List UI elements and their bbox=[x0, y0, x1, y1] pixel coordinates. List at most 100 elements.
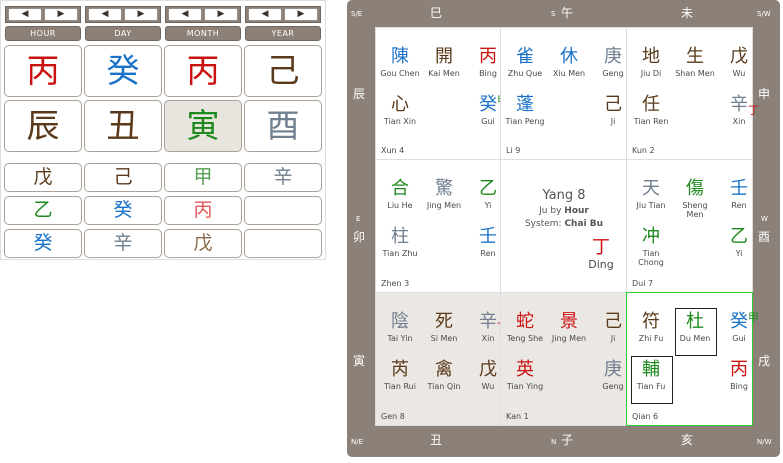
palace-zhen-3[interactable]: 合 Liu He 驚 Jing Men 乙 Yi 柱 Tian Zhu 壬 Ren Zhen 3 bbox=[375, 159, 501, 293]
palace-name: Gen 8 bbox=[381, 412, 405, 421]
nav-group-day: ◀ ▶ bbox=[85, 6, 161, 23]
column-header-year: YEAR bbox=[245, 26, 321, 41]
glyph-label-t2: Xiu Men bbox=[552, 69, 586, 78]
palace-name: Kun 2 bbox=[632, 146, 655, 155]
glyph-b3: 乙 bbox=[730, 226, 748, 247]
palace-li-9[interactable]: 雀 Zhu Que 休 Xiu Men 庚 Geng 蓬 Tian Peng 己 Ji Li 9 bbox=[500, 27, 627, 160]
glyph-t2: 生 bbox=[686, 46, 704, 67]
glyph-label-t3: Wu bbox=[732, 69, 746, 78]
system-prefix: System: bbox=[524, 219, 565, 229]
glyph-label-t1: Jiu Di bbox=[640, 69, 662, 78]
prev-year-button[interactable]: ◀ bbox=[248, 8, 282, 21]
next-hour-button[interactable]: ▶ bbox=[44, 8, 78, 21]
glyph-label-t2: Jing Men bbox=[551, 334, 587, 343]
glyph-b1: 任 bbox=[642, 94, 660, 115]
glyph-t1: 合 bbox=[391, 178, 409, 199]
right-label-2: W bbox=[761, 215, 768, 223]
palace-gen-8[interactable]: 陰Tai Yin死Si Men辛Xin丁芮Tian Rui禽Tian Qin戊W… bbox=[375, 292, 508, 426]
palace-kun-2[interactable]: 地 Jiu Di 生 Shan Men 戊 Wu 任 Tian Ren 辛 Xin 丁 Kun 2 bbox=[626, 27, 759, 160]
glyph-b2: 禽 bbox=[435, 359, 453, 380]
ju-method: Ju by Hour bbox=[501, 206, 627, 216]
glyph-t1: 符 bbox=[642, 311, 660, 332]
palace-xun-4[interactable]: 陳Gou Chen開Kai Men丙Bing心Tian Xin癸Gui甲Xun … bbox=[375, 27, 508, 160]
earthly-branch-day[interactable]: 丑 bbox=[84, 100, 162, 152]
center-palace[interactable]: Yang 8 Ju by Hour System: Chai Bu 丁 Ding bbox=[500, 159, 627, 293]
next-month-button[interactable]: ▶ bbox=[204, 8, 238, 21]
palace-dui-7[interactable]: 天 Jiu Tian 傷 Sheng Men 壬 Ren 冲 Tian Chong 乙 Yi Dui… bbox=[626, 159, 753, 293]
bottom-label-3: N bbox=[551, 438, 557, 446]
glyph-label-t1: Liu He bbox=[387, 201, 413, 210]
palace-kan-1[interactable]: 蛇 Teng She 景 Jing Men 己 Ji 英 Tian Ying 庚 Geng Kan … bbox=[500, 292, 627, 426]
bottom-label-4: 子 bbox=[561, 433, 574, 447]
palace-qian-6[interactable]: 符 Zhi Fu 杜 Du Men 癸 Gui 甲輔 Tian Fu 丙 Bing Qian 6 bbox=[626, 292, 759, 426]
heavenly-stem-month[interactable]: 丙 bbox=[164, 45, 242, 97]
glyph-t2: 休 bbox=[560, 46, 578, 67]
hidden-stem-day-3[interactable]: 辛 bbox=[84, 229, 162, 258]
glyph-t1: 蛇 bbox=[516, 311, 534, 332]
system-name: System: Chai Bu bbox=[501, 219, 627, 229]
next-day-button[interactable]: ▶ bbox=[124, 8, 158, 21]
heavenly-stem-year[interactable]: 己 bbox=[244, 45, 322, 97]
glyph-t1: 雀 bbox=[516, 46, 534, 67]
next-year-button[interactable]: ▶ bbox=[284, 8, 318, 21]
nine-palace-board: 陳Gou Chen開Kai Men丙Bing心Tian Xin癸Gui甲Xun … bbox=[375, 27, 759, 426]
hidden-stem-day-1[interactable]: 己 bbox=[84, 163, 162, 192]
top-label-2: 巳 bbox=[430, 6, 443, 20]
column-header-month: MONTH bbox=[165, 26, 241, 41]
glyph-label-t2: Shan Men bbox=[675, 69, 715, 78]
glyph-b1: 芮 bbox=[391, 359, 409, 380]
earthly-branch-month[interactable]: 寅 bbox=[164, 100, 242, 152]
glyph-b1: 冲 bbox=[642, 226, 660, 247]
glyph-label-b3: Yi bbox=[735, 249, 743, 258]
hidden-stem-hour-3[interactable]: 癸 bbox=[4, 229, 82, 258]
palace-name: Dui 7 bbox=[632, 279, 654, 288]
glyph-t2: 死 bbox=[435, 311, 453, 332]
left-label-1: 辰 bbox=[353, 87, 366, 101]
heavenly-stem-hour[interactable]: 丙 bbox=[4, 45, 82, 97]
glyph-label-t2: Sheng Men bbox=[682, 201, 708, 219]
palace-name: Li 9 bbox=[506, 146, 521, 155]
glyph-label-b2: Tian Qin bbox=[427, 382, 461, 391]
nav-group-month: ◀ ▶ bbox=[165, 6, 241, 23]
glyph-label-b3: Bing bbox=[730, 382, 748, 391]
hidden-stem-year-1[interactable]: 辛 bbox=[244, 163, 322, 192]
glyph-label-b1: Tian Xin bbox=[383, 117, 417, 126]
glyph-label-t3: Ren bbox=[731, 201, 747, 210]
left-label-2: E bbox=[356, 215, 361, 223]
glyph-label-t2: Kai Men bbox=[428, 69, 460, 78]
glyph-t1: 陰 bbox=[391, 311, 409, 332]
right-label-3: 酉 bbox=[758, 230, 771, 244]
bottom-label-1: N/E bbox=[351, 438, 364, 446]
hidden-stem-month-2[interactable]: 丙 bbox=[164, 196, 242, 225]
glyph-label-b1: Tian Rui bbox=[384, 382, 416, 391]
palace-name: Xun 4 bbox=[381, 146, 405, 155]
glyph-b1: 心 bbox=[391, 94, 409, 115]
glyph-label-t3: Gui bbox=[732, 334, 746, 343]
glyph-label-t2: Jing Men bbox=[426, 201, 462, 210]
nav-group-hour: ◀ ▶ bbox=[5, 6, 81, 23]
hidden-stem-year-2[interactable] bbox=[244, 196, 322, 225]
hidden-stem-month-1[interactable]: 甲 bbox=[164, 163, 242, 192]
hidden-stem-year-3[interactable] bbox=[244, 229, 322, 258]
bottom-label-6: N/W bbox=[757, 438, 772, 446]
earthly-branch-hour[interactable]: 辰 bbox=[4, 100, 82, 152]
ju-value: Hour bbox=[564, 206, 589, 216]
glyph-t1: 陳 bbox=[391, 46, 409, 67]
palace-name: Kan 1 bbox=[506, 412, 529, 421]
nav-group-year: ◀ ▶ bbox=[245, 6, 321, 23]
superscript-stem: 甲 bbox=[748, 311, 759, 324]
hidden-stem-month-3[interactable]: 戊 bbox=[164, 229, 242, 258]
hidden-stem-hour-2[interactable]: 乙 bbox=[4, 196, 82, 225]
glyph-label-b3: Xin bbox=[732, 117, 746, 126]
highlight-box bbox=[675, 308, 717, 356]
hidden-stem-hour-1[interactable]: 戊 bbox=[4, 163, 82, 192]
prev-hour-button[interactable]: ◀ bbox=[8, 8, 42, 21]
top-label-1: S/E bbox=[351, 10, 363, 18]
ju-prefix: Ju by bbox=[539, 206, 565, 216]
hidden-stem-day-2[interactable]: 癸 bbox=[84, 196, 162, 225]
prev-day-button[interactable]: ◀ bbox=[88, 8, 122, 21]
heavenly-stem-day[interactable]: 癸 bbox=[84, 45, 162, 97]
prev-month-button[interactable]: ◀ bbox=[168, 8, 202, 21]
earthly-branch-year[interactable]: 酉 bbox=[244, 100, 322, 152]
superscript-stem: 丁 bbox=[748, 104, 759, 117]
